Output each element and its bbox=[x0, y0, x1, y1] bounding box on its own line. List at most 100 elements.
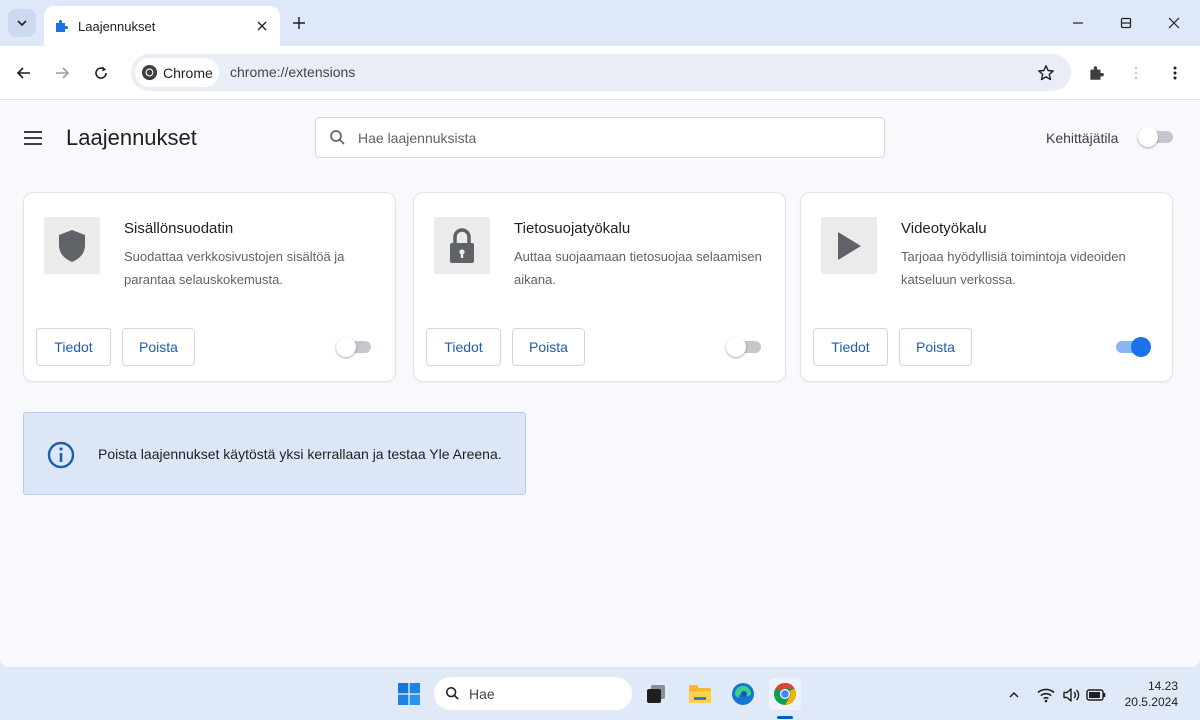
chrome-logo-icon bbox=[774, 683, 796, 705]
play-icon bbox=[838, 231, 861, 260]
wifi-icon bbox=[1037, 688, 1055, 703]
tab-close-button[interactable] bbox=[248, 12, 276, 40]
details-button[interactable]: Tiedot bbox=[813, 328, 888, 366]
wifi-button[interactable] bbox=[1035, 684, 1057, 706]
separator-dots bbox=[1122, 59, 1150, 87]
start-button[interactable] bbox=[393, 678, 425, 710]
lock-icon bbox=[450, 227, 474, 263]
browser-menu-button[interactable] bbox=[1161, 59, 1189, 87]
close-icon bbox=[257, 21, 267, 31]
extension-card: Tietosuojatyökalu Auttaa suojaamaan tiet… bbox=[413, 192, 786, 382]
plus-icon bbox=[293, 17, 305, 29]
minimize-button-area[interactable] bbox=[1054, 0, 1102, 46]
edge-button[interactable] bbox=[727, 678, 759, 710]
address-bar[interactable]: Chrome chrome://extensions bbox=[131, 54, 1071, 91]
chevron-down-icon bbox=[17, 20, 27, 27]
battery-button[interactable] bbox=[1085, 684, 1107, 706]
show-hidden-icons-button[interactable] bbox=[1003, 684, 1025, 706]
close-window-button[interactable] bbox=[1150, 0, 1198, 46]
extension-card: Sisällönsuodatin Suodattaa verkkosivusto… bbox=[23, 192, 396, 382]
arrow-left-icon bbox=[16, 67, 30, 79]
url-text[interactable]: chrome://extensions bbox=[230, 64, 355, 80]
new-tab-button[interactable] bbox=[286, 10, 312, 36]
toggle-knob bbox=[1131, 337, 1151, 357]
extension-enable-toggle[interactable] bbox=[336, 337, 374, 357]
toggle-knob bbox=[726, 337, 746, 357]
bookmark-button[interactable] bbox=[1035, 62, 1057, 84]
tab-title: Laajennukset bbox=[78, 18, 156, 34]
chrome-logo-icon bbox=[141, 64, 158, 81]
extension-description: Auttaa suojaamaan tietosuojaa selaamisen… bbox=[514, 249, 762, 287]
vertical-dots-icon bbox=[1134, 66, 1138, 80]
file-explorer-button[interactable] bbox=[684, 678, 716, 710]
battery-icon bbox=[1086, 689, 1106, 701]
taskbar: Hae 14.23 20.5.2024 bbox=[0, 667, 1200, 720]
taskbar-search[interactable]: Hae bbox=[434, 677, 632, 710]
clock-date: 20.5.2024 bbox=[1124, 695, 1178, 709]
windows-logo-icon bbox=[398, 683, 420, 705]
site-info-chip[interactable]: Chrome bbox=[135, 58, 219, 87]
hamburger-icon bbox=[24, 131, 42, 145]
remove-button[interactable]: Poista bbox=[512, 328, 585, 366]
search-icon bbox=[445, 686, 459, 700]
puzzle-icon bbox=[56, 20, 68, 32]
shield-icon bbox=[59, 229, 85, 262]
extensions-button[interactable] bbox=[1082, 59, 1110, 87]
task-view-button[interactable] bbox=[640, 678, 672, 710]
extension-icon bbox=[44, 217, 100, 274]
details-button[interactable]: Tiedot bbox=[36, 328, 111, 366]
search-icon bbox=[330, 130, 345, 145]
remove-button[interactable]: Poista bbox=[122, 328, 195, 366]
extension-icon bbox=[821, 217, 877, 274]
taskbar-search-label: Hae bbox=[469, 685, 495, 702]
main-menu-button[interactable] bbox=[20, 125, 46, 151]
extension-enable-toggle[interactable] bbox=[1113, 337, 1151, 357]
maximize-button[interactable] bbox=[1102, 0, 1150, 46]
developer-mode-toggle[interactable] bbox=[1138, 127, 1176, 147]
tab-search-button[interactable] bbox=[8, 9, 36, 37]
extension-description: Tarjoaa hyödyllisiä toimintoja videoiden… bbox=[901, 249, 1126, 287]
task-view-icon bbox=[647, 685, 665, 703]
folder-icon bbox=[689, 685, 711, 703]
reload-icon bbox=[95, 66, 107, 79]
remove-button[interactable]: Poista bbox=[899, 328, 972, 366]
developer-mode-label: Kehittäjätila bbox=[1046, 130, 1119, 146]
chip-label: Chrome bbox=[163, 64, 213, 81]
arrow-right-icon bbox=[56, 67, 70, 79]
toggle-knob bbox=[336, 337, 356, 357]
extension-enable-toggle[interactable] bbox=[726, 337, 764, 357]
extension-name: Videotyökalu bbox=[901, 220, 987, 237]
extension-description: Suodattaa verkkosivustojen sisältöä ja p… bbox=[124, 249, 345, 287]
kebab-menu-icon bbox=[1173, 66, 1177, 80]
reload-button[interactable] bbox=[87, 59, 115, 87]
info-banner-text: Poista laajennukset käytöstä yksi kerral… bbox=[98, 446, 502, 462]
forward-button[interactable] bbox=[48, 59, 76, 87]
extensions-page: Laajennukset Kehittäjätila Sisällönsuoda… bbox=[0, 101, 1200, 667]
extension-icon bbox=[434, 217, 490, 274]
tab-extensions[interactable]: Laajennukset bbox=[44, 6, 280, 46]
volume-icon bbox=[1063, 688, 1080, 702]
extension-name: Sisällönsuodatin bbox=[124, 220, 234, 237]
extensions-search[interactable] bbox=[315, 117, 885, 158]
active-app-indicator bbox=[777, 716, 793, 719]
chrome-taskbar-button[interactable] bbox=[769, 678, 801, 710]
back-button[interactable] bbox=[10, 59, 38, 87]
clock[interactable]: 14.23 20.5.2024 bbox=[1116, 678, 1178, 710]
info-icon bbox=[47, 441, 75, 469]
puzzle-icon bbox=[1090, 66, 1104, 80]
title-bar: Laajennukset bbox=[0, 0, 1200, 46]
extension-name: Tietosuojatyökalu bbox=[514, 220, 631, 237]
details-button[interactable]: Tiedot bbox=[426, 328, 501, 366]
toggle-knob bbox=[1138, 127, 1158, 147]
maximize-icon bbox=[1120, 17, 1132, 29]
clock-time: 14.23 bbox=[1147, 679, 1178, 693]
browser-toolbar: Chrome chrome://extensions bbox=[0, 46, 1200, 100]
browser-window: Laajennukset Chrome chrome://extensions … bbox=[0, 0, 1200, 667]
search-input[interactable] bbox=[358, 118, 868, 157]
edge-icon bbox=[732, 683, 754, 705]
star-icon bbox=[1038, 65, 1054, 81]
chevron-up-icon bbox=[1009, 691, 1019, 698]
minimize-icon bbox=[1073, 22, 1083, 24]
close-icon bbox=[1168, 17, 1180, 29]
volume-button[interactable] bbox=[1060, 684, 1082, 706]
